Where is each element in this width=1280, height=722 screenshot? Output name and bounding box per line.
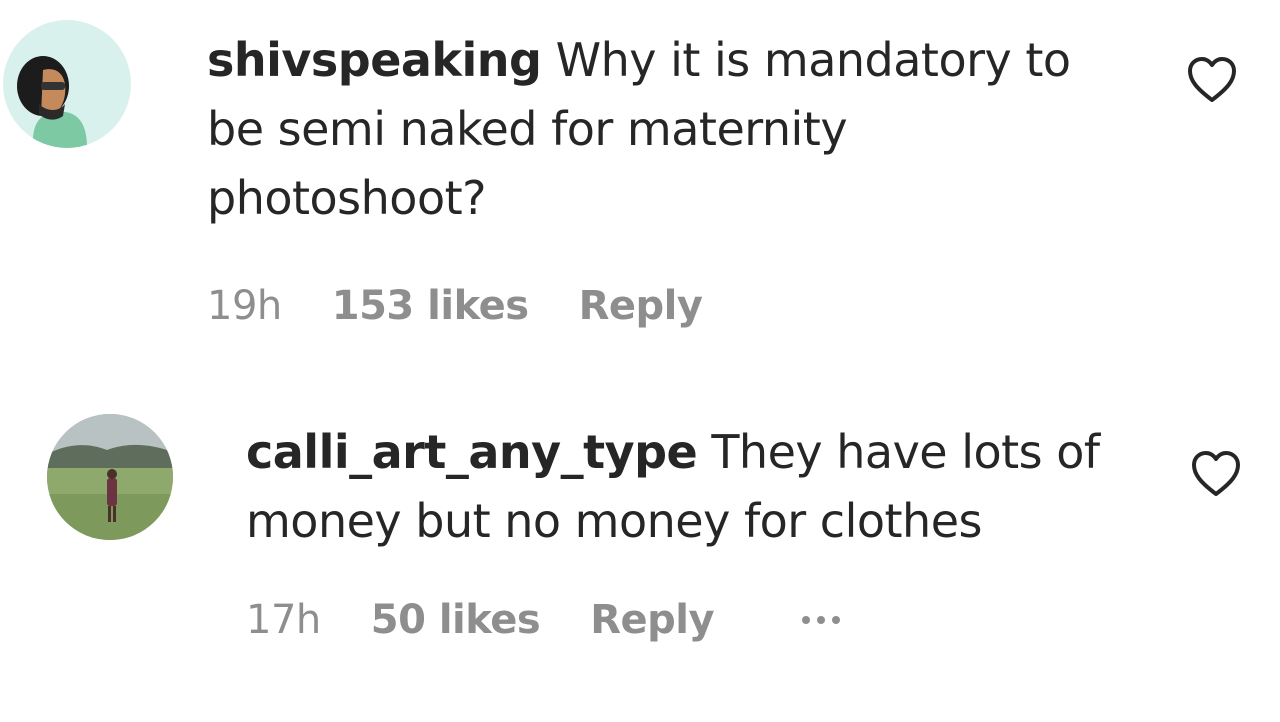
comment-content: calli_art_any_type They have lots of mon… [246, 418, 1126, 556]
avatar[interactable] [47, 414, 173, 540]
comment-item: shivspeaking Why it is mandatory to be s… [0, 0, 1280, 360]
comment-likes[interactable]: 153 likes [332, 283, 529, 329]
avatar-field-icon [47, 414, 173, 540]
comment-time[interactable]: 19h [207, 283, 282, 329]
comment-username[interactable]: calli_art_any_type [246, 425, 698, 479]
heart-outline-icon[interactable] [1186, 56, 1238, 104]
comment-likes[interactable]: 50 likes [371, 597, 541, 643]
comment-username[interactable]: shivspeaking [207, 33, 542, 87]
reply-button[interactable]: Reply [579, 283, 703, 329]
avatar[interactable] [3, 20, 131, 148]
more-options-icon[interactable] [802, 616, 841, 624]
comment-time[interactable]: 17h [246, 597, 321, 643]
reply-button[interactable]: Reply [590, 597, 714, 643]
comment-meta: 19h 153 likes Reply [207, 282, 703, 330]
avatar-person-icon [3, 20, 131, 148]
comment-content: shivspeaking Why it is mandatory to be s… [207, 26, 1107, 233]
comment-item: calli_art_any_type They have lots of mon… [0, 380, 1280, 722]
comment-meta: 17h 50 likes Reply [246, 596, 841, 644]
heart-outline-icon[interactable] [1190, 450, 1242, 498]
